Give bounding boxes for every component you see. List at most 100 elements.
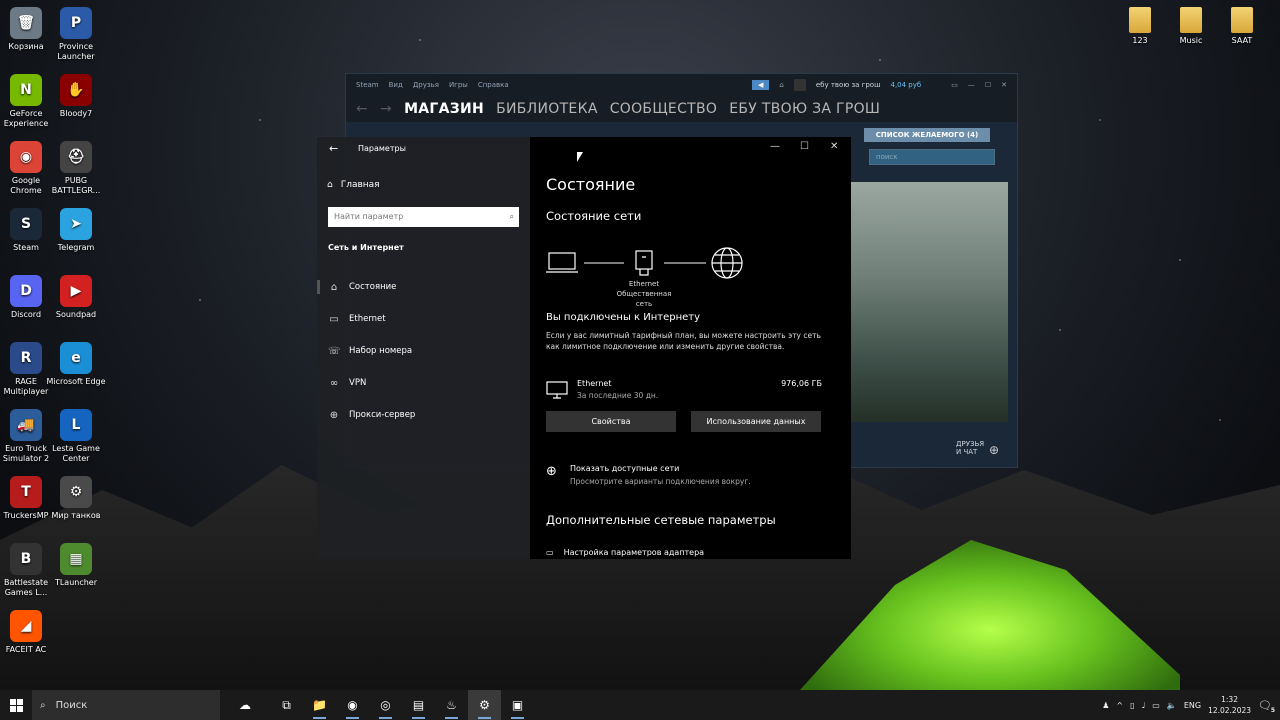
remote-icon[interactable]: ▣: [501, 690, 534, 720]
close-icon[interactable]: ✕: [830, 141, 838, 152]
system-tray: ♟ ^ ▯ ♩ ▭ 🔈 ENG 1:32 12.02.2023 🗨 5: [1102, 690, 1280, 720]
globe-icon: ⊕: [546, 464, 557, 479]
steam-tab-library[interactable]: БИБЛИОТЕКА: [496, 101, 598, 117]
vpn-icon: ∞: [329, 377, 339, 389]
nav-item-status[interactable]: ⌂ Состояние: [317, 279, 518, 295]
steam-account-name[interactable]: ебу твою за грош: [816, 81, 881, 89]
store-banner-image[interactable]: [851, 182, 1008, 422]
steam-tab-community[interactable]: СООБЩЕСТВО: [610, 101, 718, 117]
back-arrow-icon[interactable]: ←: [329, 142, 338, 155]
nav-label: VPN: [349, 378, 367, 388]
microphone-icon[interactable]: ♩: [1142, 701, 1146, 710]
announce-icon[interactable]: ◀: [752, 80, 770, 90]
soundpad-icon: ▶: [60, 275, 92, 307]
add-friend-icon[interactable]: ⊕: [989, 443, 999, 457]
notepad-icon[interactable]: ▤: [402, 690, 435, 720]
monitor-icon[interactable]: ▭: [1152, 701, 1160, 710]
nav-item-dialup[interactable]: ☏ Набор номера: [328, 343, 518, 359]
taskbar-search[interactable]: ⌕ Поиск: [32, 690, 220, 720]
back-arrow-icon[interactable]: ←: [356, 101, 368, 117]
explorer-icon[interactable]: 📁: [303, 690, 336, 720]
adapter-settings-link[interactable]: ▭ Настройка параметров адаптера: [546, 548, 704, 557]
desktop-shortcut[interactable]: P Province Launcher: [45, 7, 107, 62]
maximize-icon[interactable]: ☐: [800, 141, 809, 152]
home-link[interactable]: ⌂ Главная: [327, 180, 380, 190]
steam-menu-games[interactable]: Игры: [449, 81, 468, 89]
desktop-folder[interactable]: SAAT: [1211, 7, 1273, 46]
desktop-shortcut[interactable]: ▶ Soundpad: [45, 275, 107, 320]
nav-item-vpn[interactable]: ∞ VPN: [328, 375, 518, 391]
minimize-icon[interactable]: —: [770, 141, 780, 152]
desktop-shortcut[interactable]: L Lesta Game Center: [45, 409, 107, 464]
close-icon[interactable]: ✕: [1001, 81, 1007, 89]
data-usage-row: Ethernet За последние 30 дн. 976,06 ГБ: [546, 377, 822, 405]
data-usage-button[interactable]: Использование данных: [691, 411, 821, 432]
settings-search-input[interactable]: Найти параметр ⌕: [328, 207, 519, 227]
settings-window[interactable]: ← Параметры ⌂ Главная Найти параметр ⌕ С…: [317, 137, 851, 559]
chrome-icon[interactable]: ◎: [369, 690, 402, 720]
steam-menu-view[interactable]: Вид: [389, 81, 403, 89]
nav-label: Набор номера: [349, 346, 413, 356]
desktop-shortcut[interactable]: ✋ Bloody7: [45, 74, 107, 119]
show-networks-link[interactable]: ⊕ Показать доступные сети Просмотрите ва…: [546, 463, 826, 489]
start-button[interactable]: [0, 690, 32, 720]
desktop-folder-label: SAAT: [1231, 36, 1253, 45]
folder-icon: [1231, 7, 1253, 33]
nav-item-proxy[interactable]: ⊕ Прокси-сервер: [328, 407, 518, 423]
maximize-icon[interactable]: ☐: [985, 81, 991, 89]
rage-mp-icon: R: [10, 342, 42, 374]
nav-label: Ethernet: [349, 314, 386, 324]
avatar[interactable]: [793, 79, 806, 91]
chevron-up-icon[interactable]: ^: [1116, 701, 1123, 710]
task-view-icon[interactable]: ⧉: [270, 690, 303, 720]
desktop-shortcut[interactable]: e Microsoft Edge: [45, 342, 107, 387]
steam-tab-profile[interactable]: ЕБУ ТВОЮ ЗА ГРОШ: [729, 101, 880, 117]
desktop-shortcut[interactable]: ➤ Telegram: [45, 208, 107, 253]
adapter-name: Ethernet: [628, 280, 660, 288]
steam-tab-store[interactable]: МАГАЗИН: [404, 101, 484, 117]
steam-balance: 4,04 руб: [890, 81, 922, 89]
truckersmp-icon: T: [10, 476, 42, 508]
search-placeholder: Найти параметр: [334, 212, 404, 221]
properties-button[interactable]: Свойства: [546, 411, 676, 432]
telegram-icon: ➤: [60, 208, 92, 240]
desktop-shortcut[interactable]: ⛑ PUBG BATTLEGR...: [45, 141, 107, 196]
volume-icon[interactable]: 🔈: [1167, 701, 1177, 710]
friends-chat-button[interactable]: ДРУЗЬЯ И ЧАТ: [956, 440, 984, 456]
folder-icon: [1129, 7, 1151, 33]
discord-icon[interactable]: ◉: [336, 690, 369, 720]
globe-icon: ⊕: [329, 409, 339, 421]
status-icon: ⌂: [330, 281, 338, 293]
geforce-icon: N: [10, 74, 42, 106]
minimize-icon[interactable]: —: [968, 81, 975, 89]
notification-icon[interactable]: ⌂: [779, 81, 783, 89]
steam-menu-friends[interactable]: Друзья: [413, 81, 439, 89]
wishlist-button[interactable]: СПИСОК ЖЕЛАЕМОГО (4): [864, 128, 990, 142]
desktop-shortcut[interactable]: ▦ TLauncher: [45, 543, 107, 588]
people-icon[interactable]: ♟: [1102, 701, 1109, 710]
edge-icon: e: [60, 342, 92, 374]
monitor-icon: [546, 381, 568, 399]
steam-icon[interactable]: ♨: [435, 690, 468, 720]
desktop-shortcut[interactable]: ⚙ Мир танков: [45, 476, 107, 521]
steam-search-input[interactable]: поиск: [869, 149, 995, 165]
desktop-shortcut-label: Bloody7: [59, 109, 93, 118]
nav-item-ethernet[interactable]: ▭ Ethernet: [328, 311, 518, 327]
settings-sidebar: ← Параметры ⌂ Главная Найти параметр ⌕ С…: [317, 137, 531, 559]
desktop-shortcut-label: Province Launcher: [57, 42, 95, 61]
steam-menu-steam[interactable]: Steam: [356, 81, 379, 89]
desktop-shortcut[interactable]: ◢ FACEIT AC: [0, 610, 57, 655]
network-icon[interactable]: ▯: [1130, 701, 1134, 710]
forward-arrow-icon[interactable]: →: [380, 101, 392, 117]
bloody7-icon: ✋: [60, 74, 92, 106]
notifications-icon[interactable]: 🗨 5: [1258, 699, 1275, 714]
clock[interactable]: 1:32 12.02.2023: [1208, 694, 1251, 716]
settings-icon[interactable]: ⚙: [468, 690, 501, 720]
steam-menu-help[interactable]: Справка: [478, 81, 509, 89]
usage-amount: 976,06 ГБ: [781, 379, 822, 388]
desktop-shortcut-label: Telegram: [57, 243, 95, 252]
weather-widget-icon[interactable]: ☁: [220, 690, 270, 720]
search-icon: ⌕: [509, 212, 514, 221]
language-indicator[interactable]: ENG: [1184, 701, 1201, 710]
big-picture-icon[interactable]: ▭: [951, 81, 958, 89]
